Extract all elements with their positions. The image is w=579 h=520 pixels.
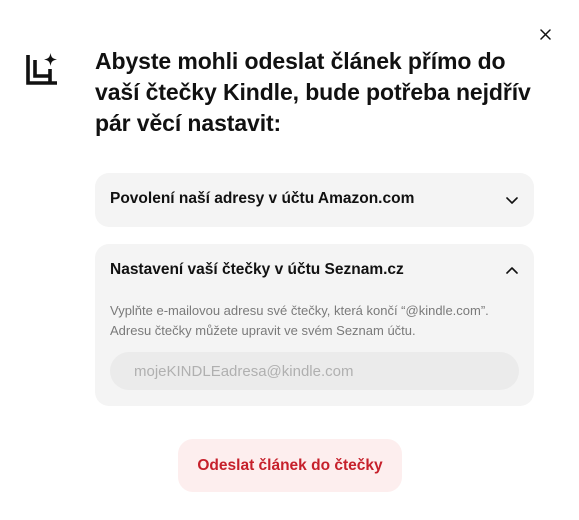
- close-button[interactable]: [535, 24, 555, 44]
- dialog-title: Abyste mohli odeslat článek přímo do vaš…: [95, 48, 531, 136]
- close-icon: [539, 28, 551, 40]
- accordion-amazon-header[interactable]: Povolení naší adresy v účtu Amazon.com: [95, 173, 534, 227]
- document-sparkle-icon: [26, 53, 57, 85]
- kindle-setup-dialog: Abyste mohli odeslat článek přímo do vaš…: [0, 0, 579, 520]
- accordion-amazon: Povolení naší adresy v účtu Amazon.com: [95, 173, 534, 227]
- chevron-up-icon: [506, 267, 518, 274]
- kindle-email-input[interactable]: [110, 352, 519, 390]
- accordion-seznam: Nastavení vaší čtečky v účtu Seznam.cz V…: [95, 244, 534, 406]
- accordion-amazon-title: Povolení naší adresy v účtu Amazon.com: [110, 190, 415, 207]
- send-to-kindle-button[interactable]: Odeslat článek do čtečky: [178, 439, 402, 492]
- chevron-down-icon: [506, 197, 518, 204]
- accordion-seznam-title: Nastavení vaší čtečky v účtu Seznam.cz: [110, 261, 404, 278]
- accordion-seznam-header[interactable]: Nastavení vaší čtečky v účtu Seznam.cz: [95, 244, 534, 298]
- accordion-seznam-description: Vyplňte e-mailovou adresu své čtečky, kt…: [110, 303, 489, 338]
